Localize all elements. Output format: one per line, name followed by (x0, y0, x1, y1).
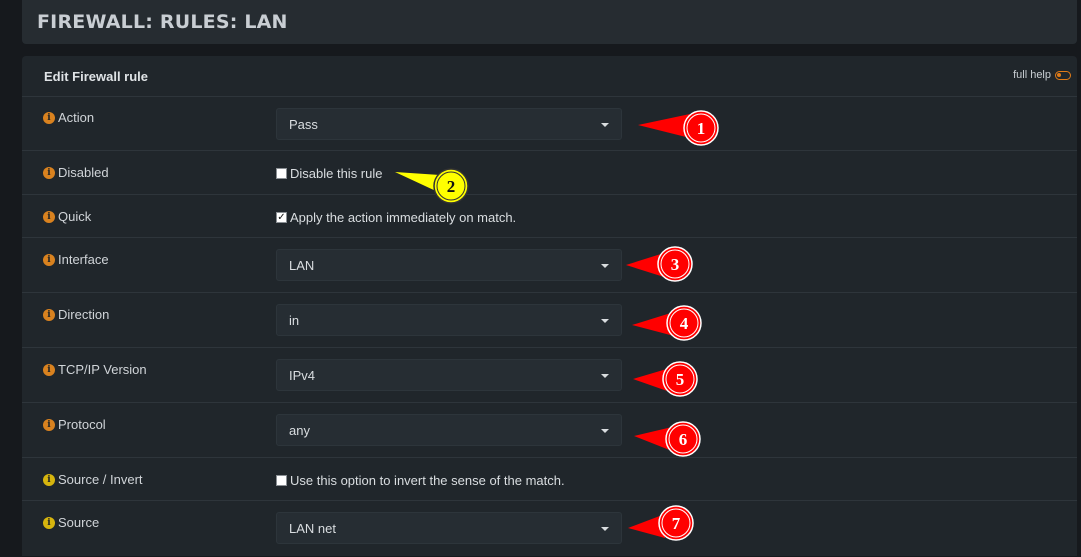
label-source-invert-text: Source / Invert (58, 472, 143, 487)
checkbox-box[interactable] (276, 475, 287, 486)
chevron-down-icon (601, 527, 609, 531)
info-icon[interactable]: i (43, 363, 55, 376)
direction-select-value: in (289, 312, 300, 328)
action-select-value: Pass (289, 116, 318, 132)
label-interface: i Interface (43, 252, 109, 267)
direction-select[interactable]: in (276, 304, 622, 336)
checkmark-icon[interactable]: ✓ (276, 212, 287, 223)
chevron-down-icon (601, 319, 609, 323)
protocol-select[interactable]: any (276, 414, 622, 446)
row-interface: i Interface LAN (22, 237, 1077, 293)
row-protocol: i Protocol any (22, 402, 1077, 458)
toggle-icon[interactable] (1055, 70, 1071, 80)
chevron-down-icon (601, 264, 609, 268)
chevron-down-icon (601, 429, 609, 433)
label-tcpip-text: TCP/IP Version (58, 362, 147, 377)
disable-rule-label: Disable this rule (290, 166, 383, 181)
quick-checkbox[interactable]: ✓ Apply the action immediately on match. (276, 210, 516, 225)
row-disabled: i Disabled Disable this rule (22, 150, 1077, 195)
source-select-value: LAN net (289, 520, 336, 536)
label-action: i Action (43, 110, 94, 125)
label-source-invert: i Source / Invert (43, 472, 143, 487)
label-quick-text: Quick (58, 209, 92, 224)
chevron-down-icon (601, 123, 609, 127)
label-disabled-text: Disabled (58, 165, 109, 180)
info-icon[interactable]: i (43, 516, 55, 529)
panel-title: Edit Firewall rule (44, 69, 149, 84)
info-icon[interactable]: i (43, 308, 55, 321)
label-interface-text: Interface (58, 252, 109, 267)
row-source-invert: i Source / Invert Use this option to inv… (22, 457, 1077, 501)
info-icon[interactable]: i (43, 473, 55, 486)
checkbox-box[interactable] (276, 168, 287, 179)
tcpip-version-select[interactable]: IPv4 (276, 359, 622, 391)
info-icon[interactable]: i (43, 166, 55, 179)
label-protocol-text: Protocol (58, 417, 106, 432)
interface-select[interactable]: LAN (276, 249, 622, 281)
label-direction-text: Direction (58, 307, 110, 322)
label-source-text: Source (58, 515, 100, 530)
disable-rule-checkbox[interactable]: Disable this rule (276, 166, 383, 181)
tcpip-select-value: IPv4 (289, 367, 316, 383)
source-invert-checkbox[interactable]: Use this option to invert the sense of t… (276, 473, 565, 488)
label-direction: i Direction (43, 307, 109, 322)
page-title: FIREWALL: RULES: LAN (37, 11, 288, 33)
action-select[interactable]: Pass (276, 108, 622, 140)
row-direction: i Direction in (22, 292, 1077, 348)
full-help-label: full help (1013, 69, 1051, 81)
source-invert-label: Use this option to invert the sense of t… (290, 473, 565, 488)
quick-label: Apply the action immediately on match. (290, 210, 517, 225)
row-quick: i Quick ✓ Apply the action immediately o… (22, 194, 1077, 238)
edit-rule-panel: Edit Firewall rule full help i Action Pa… (22, 56, 1077, 556)
info-icon[interactable]: i (43, 210, 55, 223)
label-quick: i Quick (43, 209, 91, 224)
label-action-text: Action (58, 110, 95, 125)
full-help-toggle[interactable]: full help (1013, 69, 1071, 81)
source-select[interactable]: LAN net (276, 512, 622, 544)
page-header: FIREWALL: RULES: LAN (22, 0, 1077, 44)
row-action: i Action Pass (22, 96, 1077, 151)
protocol-select-value: any (289, 422, 310, 438)
label-disabled: i Disabled (43, 165, 109, 180)
label-source: i Source (43, 515, 99, 530)
row-tcpip-version: i TCP/IP Version IPv4 (22, 347, 1077, 403)
info-icon[interactable]: i (43, 253, 55, 266)
row-source: i Source LAN net (22, 500, 1077, 557)
info-icon[interactable]: i (43, 418, 55, 431)
chevron-down-icon (601, 374, 609, 378)
info-icon[interactable]: i (43, 111, 55, 124)
label-tcpip: i TCP/IP Version (43, 362, 147, 377)
interface-select-value: LAN (289, 257, 315, 273)
label-protocol: i Protocol (43, 417, 106, 432)
